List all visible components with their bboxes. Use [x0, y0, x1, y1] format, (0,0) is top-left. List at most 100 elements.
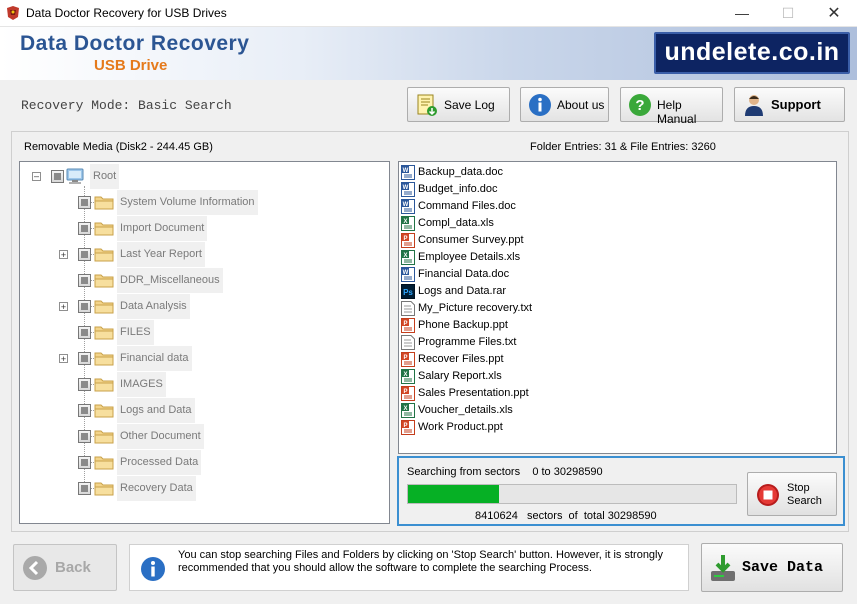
tree-folder-row[interactable]: + Last Year Report — [20, 242, 260, 267]
info-message-box: You can stop searching Files and Folders… — [129, 544, 689, 591]
folder-checkbox[interactable] — [78, 222, 91, 235]
save-log-label: Save Log — [444, 98, 495, 112]
info-message: You can stop searching Files and Folders… — [178, 549, 663, 574]
file-list-item[interactable]: X Employee Details.xls — [401, 249, 601, 266]
folder-checkbox[interactable] — [78, 326, 91, 339]
doc-file-icon: W — [401, 199, 415, 214]
file-list-item[interactable]: X Salary Report.xls — [401, 368, 601, 385]
save-log-button[interactable]: Save Log — [407, 87, 510, 122]
file-name: Backup_data.doc — [418, 166, 504, 178]
back-button[interactable]: Back — [13, 544, 117, 591]
file-list-item[interactable]: P Sales Presentation.ppt — [401, 385, 601, 402]
file-list-item[interactable]: Programme Files.txt — [401, 334, 601, 351]
help-manual-label: Help Manual — [657, 98, 697, 126]
minimize-button[interactable]: — — [719, 0, 765, 27]
save-data-label: Save Data — [742, 559, 824, 576]
file-list[interactable]: W Backup_data.doc W Budget_info.doc W Command… — [398, 161, 837, 454]
expand-toggle[interactable]: + — [59, 354, 68, 364]
ppt-file-icon: P — [401, 386, 415, 401]
svg-text:X: X — [403, 372, 407, 378]
tree-folder-row[interactable]: Recovery Data — [20, 476, 260, 501]
tree-root-row[interactable]: – Root — [20, 164, 220, 189]
svg-text:Ps: Ps — [403, 288, 413, 297]
expand-toggle[interactable]: + — [59, 302, 68, 312]
file-list-item[interactable]: W Backup_data.doc — [401, 164, 601, 181]
support-button[interactable]: Support — [734, 87, 845, 122]
file-name: Financial Data.doc — [418, 268, 510, 280]
url-badge[interactable]: undelete.co.in — [654, 32, 850, 74]
tree-folder-row[interactable]: + Data Analysis — [20, 294, 260, 319]
file-name: Employee Details.xls — [418, 251, 521, 263]
save-log-icon — [417, 94, 437, 116]
banner-title: Data Doctor Recovery — [20, 32, 250, 55]
expand-toggle[interactable]: + — [59, 250, 68, 260]
tree-folder-row[interactable]: Other Document — [20, 424, 260, 449]
folder-checkbox[interactable] — [78, 482, 91, 495]
maximize-button[interactable]: ☐ — [765, 0, 811, 27]
folder-checkbox[interactable] — [78, 352, 91, 365]
folder-icon — [94, 377, 114, 392]
help-manual-button[interactable]: ? Help Manual — [620, 87, 723, 126]
banner: Data Doctor Recovery USB Drive undelete.… — [0, 27, 857, 80]
file-list-item[interactable]: W Financial Data.doc — [401, 266, 601, 283]
about-us-button[interactable]: About us — [520, 87, 609, 122]
close-button[interactable]: ✕ — [811, 0, 857, 27]
svg-text:P: P — [403, 389, 407, 395]
folder-checkbox[interactable] — [78, 300, 91, 313]
xls-file-icon: X — [401, 403, 415, 418]
folder-checkbox[interactable] — [78, 404, 91, 417]
tree-folder-row[interactable]: FILES — [20, 320, 260, 345]
recovery-mode-label: Recovery Mode: Basic Search — [21, 98, 232, 113]
file-list-item[interactable]: Ps Logs and Data.rar — [401, 283, 601, 300]
folder-tree[interactable]: – Root System Volume Information Import D… — [19, 161, 390, 524]
tree-folder-label: Financial data — [117, 346, 192, 371]
file-list-item[interactable]: X Compl_data.xls — [401, 215, 601, 232]
tree-folder-row[interactable]: IMAGES — [20, 372, 260, 397]
folder-checkbox[interactable] — [78, 274, 91, 287]
file-name: Logs and Data.rar — [418, 285, 507, 297]
tree-folder-row[interactable]: DDR_Miscellaneous — [20, 268, 260, 293]
file-list-item[interactable]: My_Picture recovery.txt — [401, 300, 601, 317]
ppt-file-icon: P — [401, 352, 415, 367]
file-list-item[interactable]: X Voucher_details.xls — [401, 402, 601, 419]
root-collapse-toggle[interactable]: – — [32, 172, 41, 181]
svg-text:X: X — [403, 406, 407, 412]
save-data-button[interactable]: Save Data — [701, 543, 843, 592]
stop-search-label: Stop Search — [787, 482, 822, 507]
sectors-progress-text: 8410624 sectors of total 30298590 — [475, 510, 657, 522]
tree-folder-row[interactable]: Import Document — [20, 216, 260, 241]
folder-icon — [94, 481, 114, 496]
file-list-item[interactable]: P Consumer Survey.ppt — [401, 232, 601, 249]
file-name: Work Product.ppt — [418, 421, 503, 433]
tree-folder-row[interactable]: System Volume Information — [20, 190, 260, 215]
url-text: undelete.co.in — [664, 38, 840, 66]
root-checkbox[interactable] — [51, 170, 64, 183]
folder-icon — [94, 299, 114, 314]
progress-bar — [407, 484, 737, 504]
entries-count-label: Folder Entries: 31 & File Entries: 3260 — [530, 141, 716, 153]
svg-text:X: X — [403, 219, 407, 225]
svg-text:?: ? — [635, 97, 644, 114]
file-list-item[interactable]: P Recover Files.ppt — [401, 351, 601, 368]
folder-icon — [94, 325, 114, 340]
file-list-item[interactable]: P Phone Backup.ppt — [401, 317, 601, 334]
svg-text:W: W — [403, 202, 409, 208]
folder-checkbox[interactable] — [78, 248, 91, 261]
title-bar: Data Doctor Recovery for USB Drives — ☐ … — [0, 0, 857, 27]
back-label: Back — [55, 559, 91, 576]
folder-checkbox[interactable] — [78, 196, 91, 209]
tree-folder-row[interactable]: + Financial data — [20, 346, 260, 371]
file-list-item[interactable]: P Work Product.ppt — [401, 419, 601, 436]
file-list-item[interactable]: W Budget_info.doc — [401, 181, 601, 198]
stop-search-button[interactable]: Stop Search — [747, 472, 837, 516]
tree-folder-row[interactable]: Logs and Data — [20, 398, 260, 423]
tree-folder-row[interactable]: Processed Data — [20, 450, 260, 475]
folder-checkbox[interactable] — [78, 378, 91, 391]
file-name: Compl_data.xls — [418, 217, 494, 229]
app-icon — [7, 6, 19, 20]
file-list-item[interactable]: W Command Files.doc — [401, 198, 601, 215]
folder-icon — [94, 403, 114, 418]
folder-checkbox[interactable] — [78, 430, 91, 443]
tree-folder-label: DDR_Miscellaneous — [117, 268, 223, 293]
folder-checkbox[interactable] — [78, 456, 91, 469]
